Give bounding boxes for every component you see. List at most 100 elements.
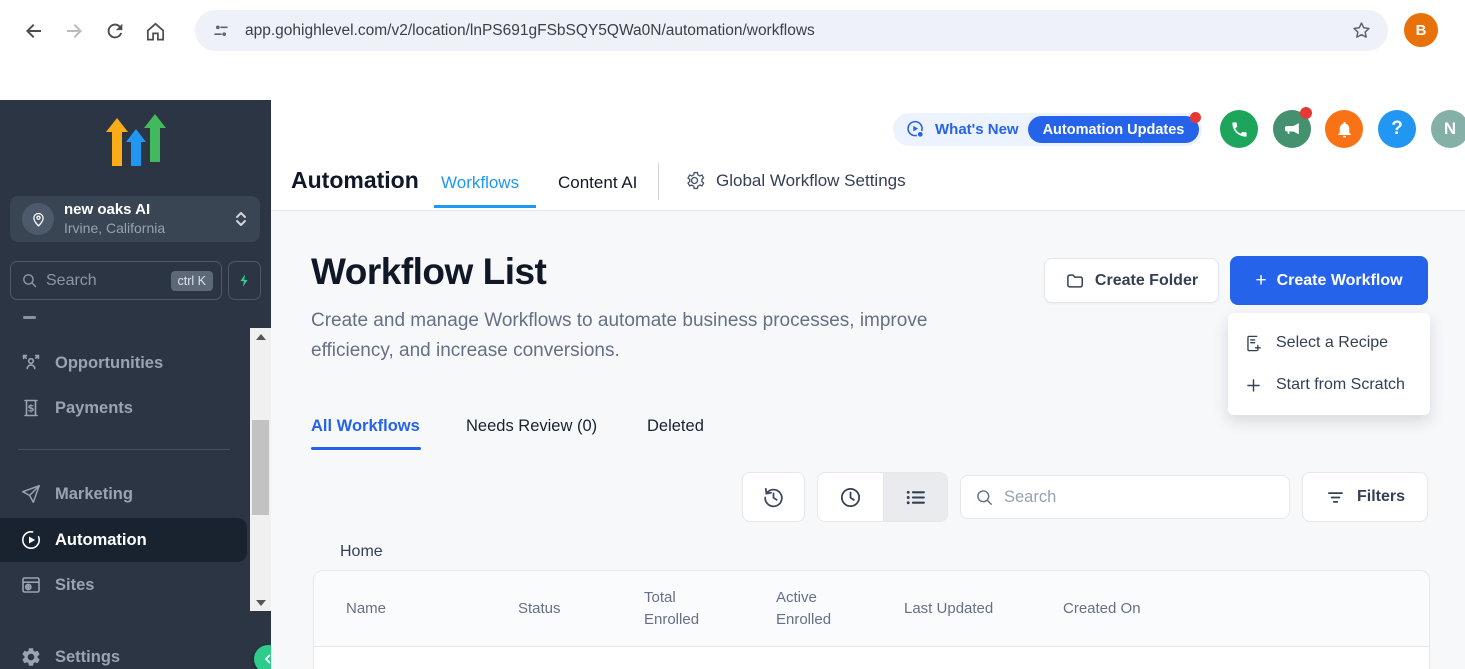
sidebar-item-settings[interactable]: Settings xyxy=(0,635,247,669)
workflow-list-page: Workflow List Create and manage Workflow… xyxy=(271,211,1465,669)
megaphone-icon xyxy=(1283,120,1302,139)
scrollbar-thumb[interactable] xyxy=(252,420,269,515)
plus-icon xyxy=(1244,376,1263,395)
automation-updates-badge[interactable]: Automation Updates xyxy=(1028,116,1200,143)
global-workflow-settings-label: Global Workflow Settings xyxy=(716,171,906,191)
sidebar-item-label: Marketing xyxy=(55,485,133,504)
notifications-button[interactable] xyxy=(1325,110,1363,148)
column-header-total-enrolled: Total Enrolled xyxy=(644,571,710,647)
notification-dot xyxy=(1190,112,1201,123)
phone-icon xyxy=(1230,120,1249,139)
history-icon xyxy=(761,485,786,510)
bookmark-star-button[interactable] xyxy=(1351,20,1372,41)
reload-icon xyxy=(104,20,126,42)
search-icon xyxy=(21,272,38,289)
create-workflow-button[interactable]: + Create Workflow xyxy=(1230,256,1428,305)
url-text: app.gohighlevel.com/v2/location/lnPS691g… xyxy=(245,22,1351,40)
user-avatar[interactable]: N xyxy=(1431,110,1465,148)
filters-button[interactable]: Filters xyxy=(1302,472,1428,522)
bookmarks-bar: All Bookmarks xyxy=(0,60,1465,100)
location-switcher[interactable]: new oaks AI Irvine, California xyxy=(10,196,260,242)
sidebar-item-sites[interactable]: Sites xyxy=(0,563,247,607)
sidebar-item-marketing[interactable]: Marketing xyxy=(0,472,247,516)
tab-workflows[interactable]: Workflows xyxy=(441,173,519,193)
browser-reload-button[interactable] xyxy=(101,17,129,45)
sidebar-item-label: Opportunities xyxy=(55,354,163,373)
address-bar[interactable]: app.gohighlevel.com/v2/location/lnPS691g… xyxy=(195,10,1388,51)
sidebar-search[interactable]: ctrl K xyxy=(10,261,222,300)
active-tab-underline xyxy=(434,205,536,208)
question-mark-icon: ? xyxy=(1391,118,1403,140)
sidebar-item-label: Payments xyxy=(55,399,133,418)
active-tab-underline xyxy=(311,447,421,450)
list-view-button[interactable] xyxy=(883,473,948,521)
menu-item-select-recipe[interactable]: Select a Recipe xyxy=(1228,322,1430,364)
table-row xyxy=(314,647,1429,669)
create-workflow-label: Create Workflow xyxy=(1277,272,1403,290)
workflow-search[interactable] xyxy=(960,475,1290,519)
lightning-bolt-icon xyxy=(237,272,252,289)
sidebar-item-payments[interactable]: $ Payments xyxy=(0,386,247,430)
star-icon xyxy=(1351,20,1372,41)
history-button[interactable] xyxy=(742,472,805,522)
folder-icon xyxy=(1065,271,1085,291)
tab-needs-review[interactable]: Needs Review (0) xyxy=(466,417,597,436)
filters-label: Filters xyxy=(1357,488,1405,506)
notification-dot xyxy=(1300,107,1312,119)
breadcrumb-home[interactable]: Home xyxy=(340,543,383,561)
menu-item-start-from-scratch[interactable]: Start from Scratch xyxy=(1228,364,1430,406)
sidebar-item-automation[interactable]: Automation xyxy=(0,518,247,562)
scroll-up-arrow[interactable] xyxy=(250,328,271,345)
global-workflow-settings-button[interactable]: Global Workflow Settings xyxy=(684,170,906,191)
create-folder-button[interactable]: Create Folder xyxy=(1044,258,1219,303)
sidebar-collapse-button[interactable] xyxy=(254,645,271,669)
sidebar-search-input[interactable] xyxy=(46,272,171,290)
workflow-search-input[interactable] xyxy=(1004,488,1275,507)
sidebar-item-label: Automation xyxy=(55,531,147,550)
chevron-up-down-icon xyxy=(234,209,248,229)
clock-icon xyxy=(838,485,863,510)
tab-deleted[interactable]: Deleted xyxy=(647,417,704,436)
quick-actions-button[interactable] xyxy=(228,261,261,300)
menu-item-label: Select a Recipe xyxy=(1276,334,1388,352)
app-header: What's New Automation Updates ? N Automa… xyxy=(271,100,1465,211)
location-name: new oaks AI xyxy=(64,201,234,220)
help-button[interactable]: ? xyxy=(1378,110,1416,148)
automation-icon xyxy=(20,529,42,551)
whats-new-play-icon xyxy=(905,119,926,140)
menu-item-label: Start from Scratch xyxy=(1276,376,1405,394)
browser-home-button[interactable] xyxy=(141,17,169,45)
payments-icon: $ xyxy=(20,397,42,419)
create-workflow-dropdown: Select a Recipe Start from Scratch xyxy=(1228,313,1430,415)
phone-button[interactable] xyxy=(1220,110,1258,148)
tab-content-ai[interactable]: Content AI xyxy=(558,173,637,193)
sidebar-item-label: Settings xyxy=(55,648,120,667)
page-title: Workflow List xyxy=(311,251,546,293)
browser-back-button[interactable] xyxy=(20,17,48,45)
announcements-button[interactable] xyxy=(1273,110,1311,148)
sidebar-item-opportunities[interactable]: Opportunities xyxy=(0,341,247,385)
browser-forward-button[interactable] xyxy=(60,17,88,45)
sidebar-item-label: Sites xyxy=(55,576,94,595)
workflow-table: Name Status Total Enrolled Active Enroll… xyxy=(313,570,1430,669)
sidebar-scrollbar[interactable] xyxy=(250,328,271,611)
sites-icon xyxy=(20,574,42,596)
column-header-name: Name xyxy=(346,571,386,647)
browser-profile-avatar[interactable]: B xyxy=(1404,13,1438,47)
tab-all-workflows[interactable]: All Workflows xyxy=(311,417,420,436)
gear-icon xyxy=(684,170,705,191)
sidebar-divider xyxy=(18,449,230,450)
whats-new-label: What's New xyxy=(935,121,1019,138)
settings-gear-icon xyxy=(20,646,42,668)
site-info-icon xyxy=(211,21,231,41)
marketing-send-icon xyxy=(20,483,42,505)
whats-new-button[interactable]: What's New Automation Updates xyxy=(893,113,1202,146)
column-header-created-on: Created On xyxy=(1063,571,1141,647)
header-divider xyxy=(658,163,659,200)
bell-icon xyxy=(1335,120,1354,139)
scroll-down-arrow[interactable] xyxy=(250,594,271,611)
search-icon xyxy=(975,488,994,507)
recent-view-button[interactable] xyxy=(818,473,883,521)
browser-toolbar: app.gohighlevel.com/v2/location/lnPS691g… xyxy=(0,0,1465,60)
gohighlevel-logo xyxy=(103,112,169,170)
